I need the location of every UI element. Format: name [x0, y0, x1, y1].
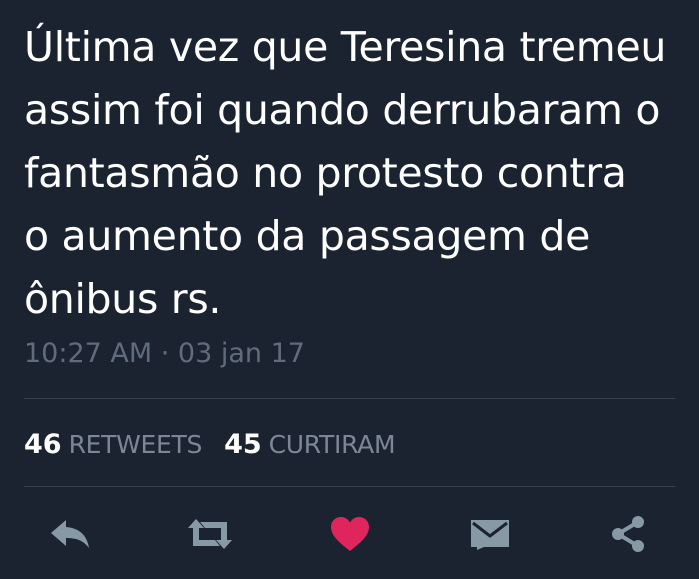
tweet-timestamp[interactable]: 10:27 AM · 03 jan 17 — [24, 336, 305, 372]
tweet-text: Última vez que Teresina tremeu assim foi… — [24, 23, 667, 323]
heart-icon — [331, 517, 369, 551]
retweets-label: RETWEETS — [68, 429, 203, 459]
envelope-icon — [471, 520, 509, 550]
retweet-button[interactable] — [182, 506, 238, 562]
action-bar — [0, 506, 699, 562]
share-icon — [612, 516, 644, 552]
reply-icon — [51, 520, 89, 548]
divider — [24, 486, 675, 487]
likes-stat[interactable]: 45 CURTIRAM — [224, 429, 395, 460]
likes-label: CURTIRAM — [268, 429, 396, 459]
likes-count: 45 — [224, 428, 262, 460]
like-button[interactable] — [322, 506, 378, 562]
direct-message-button[interactable] — [462, 506, 518, 562]
retweets-count: 46 — [24, 428, 62, 460]
retweets-stat[interactable]: 46 RETWEETS — [24, 429, 202, 460]
retweet-icon — [188, 519, 232, 549]
share-button[interactable] — [600, 506, 656, 562]
divider — [24, 398, 675, 399]
reply-button[interactable] — [42, 506, 98, 562]
tweet-stats: 46 RETWEETS 45 CURTIRAM — [24, 424, 417, 464]
